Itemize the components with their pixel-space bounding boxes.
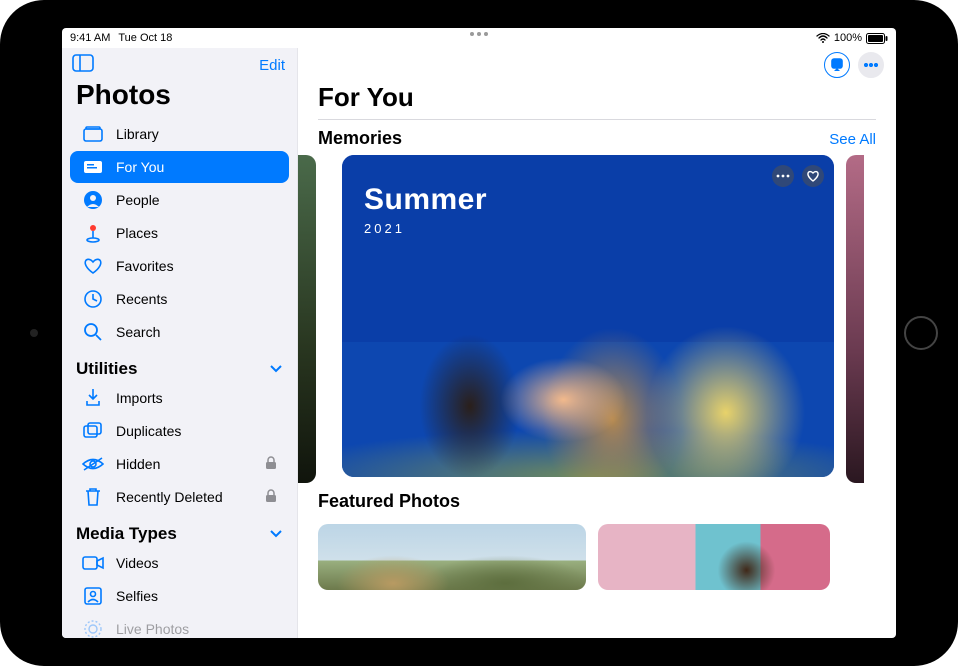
sidebar-item-label: Selfies (116, 588, 158, 604)
sidebar-section-utilities[interactable]: Utilities (62, 349, 297, 381)
chevron-down-icon (269, 359, 283, 379)
sidebar-item-label: Hidden (116, 456, 160, 472)
sidebar-item-videos[interactable]: Videos (70, 547, 289, 579)
ipad-frame: 9:41 AM Tue Oct 18 100% (0, 0, 958, 666)
sidebar-item-search[interactable]: Search (70, 316, 289, 348)
hidden-icon (82, 453, 104, 475)
app-body: Edit Photos Library For You People (62, 48, 896, 638)
memory-card-next-peek[interactable] (846, 155, 864, 483)
lock-icon (265, 456, 277, 473)
memory-subtitle: 2021 (364, 221, 487, 236)
featured-carousel[interactable] (298, 518, 896, 590)
status-date: Tue Oct 18 (118, 32, 172, 44)
more-button[interactable] (858, 52, 884, 78)
screen: 9:41 AM Tue Oct 18 100% (62, 28, 896, 638)
multitask-indicator[interactable] (470, 32, 488, 36)
clock-icon (82, 288, 104, 310)
search-icon (82, 321, 104, 343)
sidebar-item-label: Imports (116, 390, 163, 406)
memories-header-row: Memories See All (298, 120, 896, 155)
memories-carousel[interactable]: Summer 2021 (298, 155, 896, 483)
import-icon (82, 387, 104, 409)
sidebar-item-recents[interactable]: Recents (70, 283, 289, 315)
sidebar-item-selfies[interactable]: Selfies (70, 580, 289, 612)
memory-title-block: Summer 2021 (364, 183, 487, 236)
page-title: For You (298, 78, 896, 119)
section-label: Utilities (76, 359, 137, 379)
featured-photo[interactable] (598, 524, 830, 590)
sidebar-item-label: Recents (116, 291, 167, 307)
front-camera (30, 329, 38, 337)
section-label: Media Types (76, 524, 177, 544)
sidebar-item-label: Recently Deleted (116, 489, 223, 505)
edit-button[interactable]: Edit (259, 57, 285, 74)
duplicates-icon (82, 420, 104, 442)
featured-header-row: Featured Photos (298, 483, 896, 518)
heart-icon (82, 255, 104, 277)
battery-icon (866, 33, 888, 44)
sidebar-item-favorites[interactable]: Favorites (70, 250, 289, 282)
sidebar-item-for-you[interactable]: For You (70, 151, 289, 183)
memory-card[interactable]: Summer 2021 (342, 155, 834, 477)
cast-button[interactable] (824, 52, 850, 78)
featured-photo[interactable] (318, 524, 586, 590)
video-icon (82, 552, 104, 574)
status-bar: 9:41 AM Tue Oct 18 100% (62, 28, 896, 48)
sidebar-item-label: Library (116, 126, 159, 142)
lock-icon (265, 489, 277, 506)
memories-heading: Memories (318, 128, 402, 149)
people-icon (82, 189, 104, 211)
places-icon (82, 222, 104, 244)
sidebar: Edit Photos Library For You People (62, 48, 298, 638)
trash-icon (82, 486, 104, 508)
for-you-icon (82, 156, 104, 178)
see-all-link[interactable]: See All (829, 131, 876, 148)
status-time: 9:41 AM (70, 32, 110, 44)
live-photos-icon (82, 618, 104, 638)
sidebar-item-label: Places (116, 225, 158, 241)
sidebar-item-label: Videos (116, 555, 159, 571)
sidebar-item-label: Favorites (116, 258, 174, 274)
sidebar-item-label: Search (116, 324, 160, 340)
sidebar-item-label: Duplicates (116, 423, 181, 439)
sidebar-section-media-types[interactable]: Media Types (62, 514, 297, 546)
main-toolbar (298, 48, 896, 78)
sidebar-nav: Library For You People Places (62, 117, 297, 638)
featured-heading: Featured Photos (318, 491, 460, 512)
memory-card-prev-peek[interactable] (298, 155, 316, 483)
sidebar-item-library[interactable]: Library (70, 118, 289, 150)
home-button[interactable] (904, 316, 938, 350)
sidebar-title: Photos (62, 79, 297, 117)
sidebar-item-hidden[interactable]: Hidden (70, 448, 289, 480)
sidebar-item-people[interactable]: People (70, 184, 289, 216)
selfies-icon (82, 585, 104, 607)
memory-title: Summer (364, 183, 487, 217)
library-icon (82, 123, 104, 145)
sidebar-item-label: Live Photos (116, 621, 189, 637)
sidebar-item-imports[interactable]: Imports (70, 382, 289, 414)
sidebar-item-duplicates[interactable]: Duplicates (70, 415, 289, 447)
memory-favorite-icon[interactable] (802, 165, 824, 187)
wifi-icon (816, 33, 830, 43)
sidebar-item-recently-deleted[interactable]: Recently Deleted (70, 481, 289, 513)
sidebar-item-live-photos[interactable]: Live Photos (70, 613, 289, 638)
memory-more-icon[interactable] (772, 165, 794, 187)
sidebar-toggle-icon[interactable] (72, 54, 94, 77)
sidebar-item-label: People (116, 192, 160, 208)
battery-percent: 100% (834, 32, 862, 44)
sidebar-item-label: For You (116, 159, 164, 175)
main-content: For You Memories See All Summer 2021 (298, 48, 896, 638)
sidebar-item-places[interactable]: Places (70, 217, 289, 249)
chevron-down-icon (269, 524, 283, 544)
